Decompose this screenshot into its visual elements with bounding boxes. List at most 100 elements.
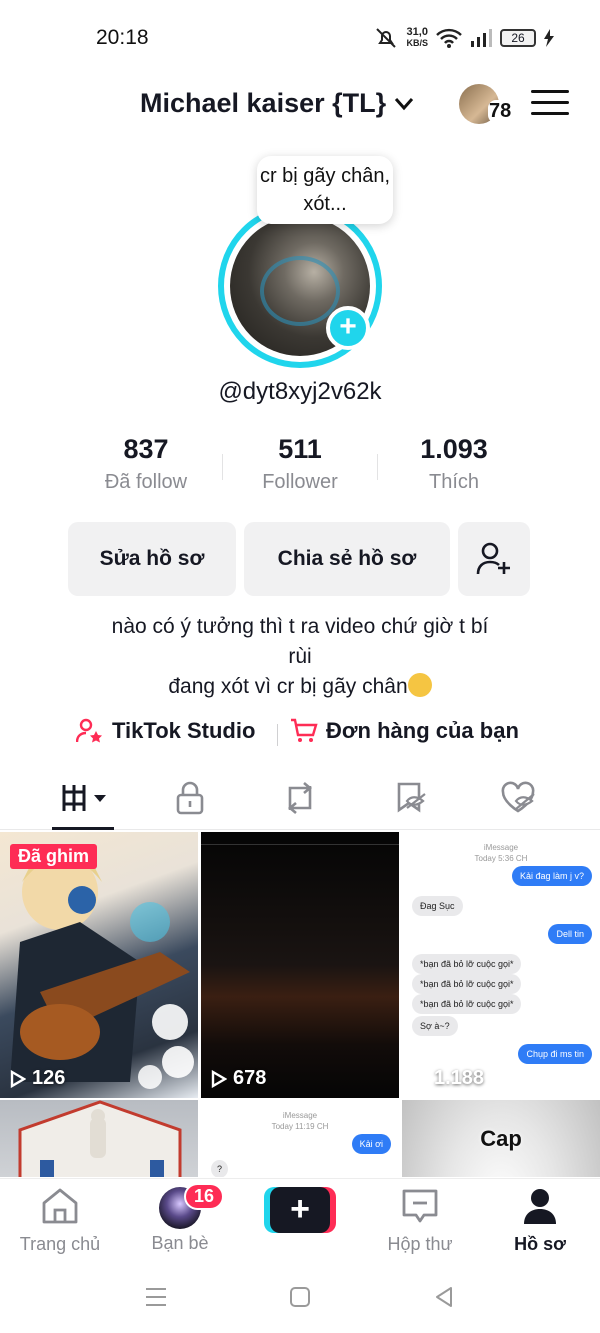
chat-message-in: *bạn đã bỏ lỡ cuộc gọi* — [412, 954, 522, 974]
view-count-text: 126 — [32, 1067, 66, 1089]
add-friend-button[interactable] — [458, 522, 530, 596]
anime-guitar-artwork — [10, 852, 194, 1089]
nav-inbox[interactable]: Hộp thư — [360, 1187, 480, 1255]
system-nav-bar — [0, 1262, 600, 1333]
video-thumbnail[interactable]: iMessage Today 5:36 CH Kải đag làm j v? … — [402, 832, 600, 1098]
back-button[interactable] — [424, 1282, 464, 1312]
username-handle: @dyt8xyj2v62k — [218, 378, 382, 405]
followers-count: 511 — [278, 434, 322, 464]
status-icons: 31,0 KB/S 26 — [374, 24, 554, 52]
square-icon — [290, 1287, 310, 1307]
cart-icon — [291, 718, 318, 742]
bio-line: đang xót vì cr bị gãy chân — [60, 672, 540, 702]
back-triangle-icon — [436, 1287, 452, 1307]
thumbnail-frame-line — [201, 844, 399, 845]
chat-timestamp: Today 5:36 CH — [474, 854, 528, 863]
account-name: Michael kaiser {TL} — [140, 88, 387, 118]
menu-icon[interactable] — [531, 90, 569, 120]
likes-stat[interactable]: 1.093 Thích — [374, 434, 534, 494]
wifi-icon — [436, 28, 462, 48]
orders-link[interactable]: Đơn hàng của bạn — [290, 718, 519, 744]
nav-inbox-label: Hộp thư — [387, 1234, 453, 1254]
video-caption: Cap — [480, 1126, 522, 1151]
content-tabs — [0, 768, 600, 830]
video-thumbnail[interactable] — [0, 1100, 198, 1177]
chat-message-in: Sợ à~? — [412, 1016, 458, 1036]
play-outline-icon — [211, 1069, 227, 1088]
profile-bio: nào có ý tưởng thì t ra video chứ giờ t … — [60, 612, 540, 702]
nav-home-label: Trang chủ — [19, 1234, 101, 1254]
home-icon — [42, 1188, 78, 1224]
chat-app-name: iMessage — [282, 1111, 318, 1120]
video-thumbnail[interactable]: iMessage Today 11:19 CH Kải ơi ? — [201, 1100, 399, 1177]
battery-level: 26 — [511, 31, 525, 45]
orders-label: Đơn hàng của bạn — [326, 718, 519, 743]
tab-reposts[interactable] — [270, 778, 330, 818]
bio-line: nào có ý tưởng thì t ra video chứ giờ t … — [111, 615, 489, 638]
net-speed-value: 31,0 — [406, 26, 428, 38]
followers-stat[interactable]: 511 Follower — [220, 434, 380, 494]
video-thumbnail[interactable]: 678 — [201, 832, 399, 1098]
heart-hidden-icon — [501, 781, 535, 813]
bookmark-hidden-icon — [397, 782, 426, 813]
church-statue-artwork — [18, 1100, 182, 1177]
mute-bell-icon — [376, 28, 397, 48]
grid-bars-icon — [62, 785, 106, 811]
profile-icon — [524, 1189, 556, 1224]
tab-saved[interactable] — [380, 778, 440, 818]
tiktok-studio-link[interactable]: TikTok Studio — [76, 718, 255, 744]
inbox-icon — [402, 1189, 438, 1223]
recent-apps-button[interactable] — [136, 1282, 176, 1312]
tab-videos[interactable] — [56, 778, 116, 818]
view-count: 678 — [211, 1067, 266, 1090]
chat-message-in: *bạn đã bỏ lỡ cuộc gọi* — [412, 974, 522, 994]
view-count-text: 678 — [233, 1067, 267, 1089]
home-button[interactable] — [280, 1282, 320, 1312]
clock: 20:18 — [96, 26, 149, 49]
bottom-nav: Trang chủ 16 Bạn bè + Hộp thư Hồ sơ — [0, 1178, 600, 1260]
add-story-button[interactable]: + — [326, 306, 370, 350]
repost-icon — [287, 782, 313, 814]
view-count: 1.188 — [412, 1067, 484, 1090]
video-thumbnail[interactable]: Đã ghim 126 — [0, 832, 198, 1098]
edit-profile-button[interactable]: Sửa hồ sơ — [68, 522, 236, 596]
battery-icon: 26 — [500, 29, 536, 47]
profile-links: TikTok Studio Đơn hàng của bạn — [0, 718, 600, 750]
followers-label: Follower — [262, 471, 338, 493]
menu-lines-icon — [146, 1288, 166, 1306]
chat-header: iMessage Today 11:19 CH — [201, 1110, 399, 1132]
create-button[interactable]: + — [264, 1187, 336, 1233]
plus-icon: + — [270, 1187, 330, 1233]
signal-icon — [471, 29, 492, 47]
pinned-badge: Đã ghim — [10, 844, 98, 869]
nav-friends[interactable]: 16 Bạn bè — [120, 1183, 240, 1254]
nav-profile-label: Hồ sơ — [514, 1234, 566, 1254]
video-thumbnail[interactable]: Cap — [402, 1100, 600, 1177]
following-stat[interactable]: 837 Đã follow — [66, 434, 226, 494]
chat-message-in: Đag Sục — [412, 896, 463, 916]
avatar-count-badge: 78 — [488, 100, 513, 123]
bio-line-text: đang xót vì cr bị gãy chân — [168, 675, 408, 698]
charging-icon — [544, 29, 554, 47]
bio-line: rùi — [288, 645, 312, 668]
tab-liked[interactable] — [488, 778, 548, 818]
tab-private[interactable] — [160, 778, 220, 818]
likes-count: 1.093 — [420, 434, 488, 464]
following-label: Đã follow — [104, 471, 188, 493]
video-grid: Đã ghim 126 678 iMessage Today 5:36 CH K… — [0, 832, 600, 1177]
nav-home[interactable]: Trang chủ — [0, 1187, 120, 1255]
nav-profile[interactable]: Hồ sơ — [480, 1187, 600, 1255]
play-outline-icon — [10, 1069, 26, 1088]
chat-message-out: Kải ơi — [351, 1134, 391, 1154]
likes-label: Thích — [428, 471, 480, 493]
lock-icon — [176, 781, 204, 815]
chat-header: iMessage Today 5:36 CH — [402, 842, 600, 864]
account-switcher[interactable]: Michael kaiser {TL} — [140, 88, 414, 119]
friends-badge: 16 — [184, 1183, 225, 1210]
following-count: 837 — [123, 434, 169, 464]
chevron-down-icon — [395, 97, 414, 110]
status-bar: 20:18 31,0 KB/S 26 — [0, 0, 600, 76]
net-speed: 31,0 KB/S — [406, 27, 428, 49]
profile-note-bubble[interactable]: cr bị gãy chân, xót... — [257, 156, 393, 224]
share-profile-button[interactable]: Chia sẻ hồ sơ — [244, 522, 450, 596]
